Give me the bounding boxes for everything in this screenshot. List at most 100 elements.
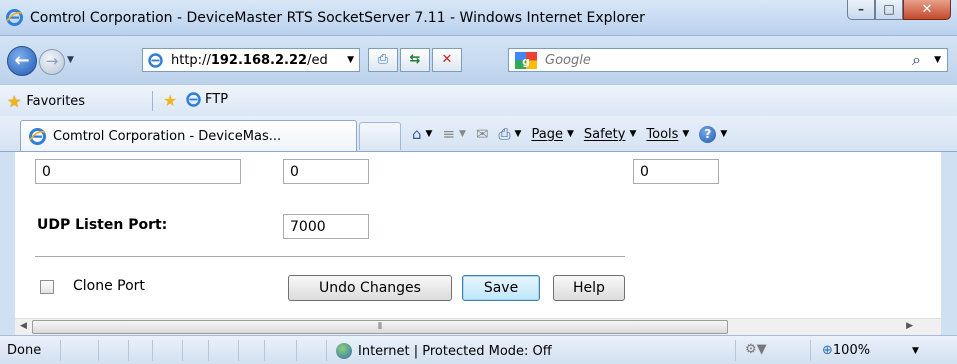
back-button[interactable]: ← bbox=[7, 46, 37, 76]
window-title: Comtrol Corporation - DeviceMaster RTS S… bbox=[30, 10, 645, 26]
undo-changes-button[interactable]: Undo Changes bbox=[288, 275, 452, 301]
window-title-bar[interactable]: Comtrol Corporation - DeviceMaster RTS S… bbox=[0, 0, 957, 36]
status-divider bbox=[238, 340, 239, 361]
status-divider bbox=[735, 340, 736, 361]
status-divider bbox=[296, 340, 297, 361]
read-mail-button[interactable]: ✉ bbox=[476, 125, 489, 143]
port-setting-field-1[interactable]: 0 bbox=[35, 159, 241, 184]
status-divider bbox=[264, 340, 265, 361]
horizontal-scroll-thumb[interactable]: ⦀ bbox=[32, 320, 728, 334]
safety-menu[interactable]: Safety ▼ bbox=[584, 127, 637, 142]
zoom-label: 100% bbox=[832, 343, 871, 358]
address-url: http://192.168.2.22/ed bbox=[171, 53, 328, 68]
udp-listen-port-label: UDP Listen Port: bbox=[37, 217, 168, 233]
feeds-dropdown-icon[interactable]: ▼ bbox=[459, 129, 466, 139]
help-menu[interactable]: ? ▼ bbox=[699, 125, 728, 143]
status-divider bbox=[208, 340, 209, 361]
navigation-bar: ← → ▼ http://192.168.2.22/ed ▼ ⎙ ⇆ ✕ g G… bbox=[0, 36, 957, 84]
save-button[interactable]: Save bbox=[462, 275, 540, 301]
close-button[interactable]: ✕ bbox=[903, 0, 951, 20]
favorites-button[interactable]: ★ Favorites bbox=[7, 92, 85, 111]
window-frame-right bbox=[941, 152, 957, 335]
command-bar: ⌂ ▼ ≡ ▼ ✉ ⎙ ▼ Page ▼ Safety ▼ Tools ▼ ? ▼ bbox=[412, 125, 727, 143]
tools-dropdown-icon: ▼ bbox=[682, 129, 690, 139]
zoom-level[interactable]: ⊕100% bbox=[822, 343, 870, 358]
print-dropdown-icon[interactable]: ▼ bbox=[515, 129, 522, 139]
safety-menu-label: Safety bbox=[583, 126, 626, 142]
scroll-right-arrow-icon[interactable]: ▶ bbox=[906, 321, 913, 331]
safety-dropdown-icon: ▼ bbox=[629, 129, 637, 139]
favorites-bar: ★ Favorites ★ FTP bbox=[0, 84, 957, 116]
refresh-button[interactable]: ⇆ bbox=[400, 48, 430, 72]
rss-feed-icon: ≡ bbox=[442, 125, 456, 143]
maximize-icon: □ bbox=[883, 2, 895, 16]
internet-globe-icon bbox=[336, 343, 352, 359]
status-divider bbox=[810, 340, 811, 361]
stop-button[interactable]: ✕ bbox=[432, 48, 462, 72]
favorites-star-icon: ★ bbox=[7, 92, 22, 111]
ie-page-icon bbox=[186, 92, 201, 107]
status-divider bbox=[60, 340, 61, 361]
page-dropdown-icon: ▼ bbox=[566, 129, 574, 139]
tab-comtrol[interactable]: Comtrol Corporation - DeviceMas... bbox=[20, 120, 357, 151]
window-frame-left bbox=[0, 152, 15, 335]
print-button[interactable]: ⎙ ▼ bbox=[499, 125, 522, 143]
status-divider bbox=[182, 340, 183, 361]
page-menu-label: Page bbox=[531, 126, 563, 142]
minimize-icon: – bbox=[858, 2, 864, 16]
port-setting-field-2[interactable]: 0 bbox=[283, 159, 369, 184]
refresh-icon: ⇆ bbox=[409, 52, 421, 67]
status-divider bbox=[98, 340, 99, 361]
help-icon: ? bbox=[699, 125, 717, 143]
maximize-button[interactable]: □ bbox=[875, 0, 903, 20]
recent-pages-dropdown-icon[interactable]: ▼ bbox=[67, 55, 74, 65]
stop-icon: ✕ bbox=[441, 52, 453, 67]
search-input[interactable]: g Google ⌕ ▼ bbox=[508, 48, 948, 72]
zoom-magnifier-icon: ⊕ bbox=[822, 343, 833, 358]
forward-arrow-icon: → bbox=[45, 52, 59, 70]
window-controls: – □ ✕ bbox=[847, 0, 951, 22]
clone-port-label: Clone Port bbox=[73, 278, 145, 294]
add-to-favorites-bar-icon[interactable]: ★ bbox=[163, 91, 177, 110]
home-button[interactable]: ⌂ ▼ bbox=[412, 125, 432, 143]
zoom-dropdown-icon[interactable]: ▼ bbox=[912, 346, 919, 356]
ie-logo-icon bbox=[29, 128, 46, 145]
scroll-grip-icon: ⦀ bbox=[378, 322, 382, 332]
security-zone[interactable]: Internet | Protected Mode: Off bbox=[336, 343, 552, 359]
home-icon: ⌂ bbox=[412, 125, 422, 143]
favorites-label: Favorites bbox=[26, 94, 86, 109]
search-placeholder: Google bbox=[545, 53, 591, 68]
favorites-separator bbox=[152, 91, 153, 111]
udp-listen-port-input[interactable]: 7000 bbox=[283, 214, 369, 239]
search-options-dropdown-icon[interactable]: ▼ bbox=[934, 55, 941, 65]
minimize-button[interactable]: – bbox=[847, 0, 875, 20]
page-menu[interactable]: Page ▼ bbox=[531, 127, 573, 142]
horizontal-scrollbar[interactable]: ◀ ⦀ ▶ bbox=[15, 318, 941, 335]
forward-button[interactable]: → bbox=[39, 49, 65, 75]
clone-port-checkbox[interactable] bbox=[40, 280, 54, 294]
status-divider bbox=[128, 340, 129, 361]
favorite-link-ftp[interactable]: FTP bbox=[186, 92, 228, 107]
status-divider bbox=[152, 340, 153, 361]
compatibility-view-button[interactable]: ⎙ bbox=[368, 48, 398, 72]
help-button[interactable]: Help bbox=[553, 275, 625, 301]
back-arrow-icon: ← bbox=[14, 50, 30, 71]
tools-menu[interactable]: Tools ▼ bbox=[646, 127, 689, 142]
status-text: Done bbox=[7, 343, 42, 358]
new-tab-button[interactable] bbox=[359, 122, 401, 150]
address-input[interactable]: http://192.168.2.22/ed ▼ bbox=[142, 48, 360, 72]
feeds-button[interactable]: ≡ ▼ bbox=[442, 125, 466, 143]
protected-mode-icon[interactable]: ⚙▼ bbox=[745, 342, 767, 357]
mail-icon: ✉ bbox=[475, 125, 489, 143]
home-dropdown-icon[interactable]: ▼ bbox=[426, 129, 433, 139]
ie-logo-icon bbox=[6, 9, 23, 26]
help-dropdown-icon: ▼ bbox=[720, 129, 728, 139]
tab-label: Comtrol Corporation - DeviceMas... bbox=[53, 129, 282, 144]
port-setting-field-3[interactable]: 0 bbox=[633, 159, 719, 184]
address-dropdown-icon[interactable]: ▼ bbox=[347, 55, 354, 65]
status-bar: Done Internet | Protected Mode: Off ⚙▼ ⊕… bbox=[0, 335, 957, 364]
favorite-link-label: FTP bbox=[205, 92, 229, 107]
printer-icon: ⎙ bbox=[498, 125, 511, 143]
scroll-left-arrow-icon[interactable]: ◀ bbox=[20, 321, 27, 331]
search-icon[interactable]: ⌕ bbox=[912, 50, 921, 70]
